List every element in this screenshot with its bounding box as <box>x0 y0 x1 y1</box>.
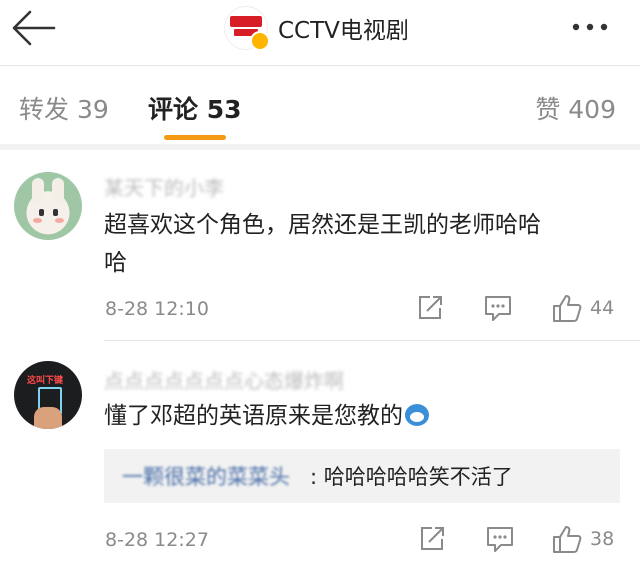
reply-button[interactable] <box>486 526 514 553</box>
share-icon <box>421 527 444 550</box>
top-bar: CCTV电视剧 <box>0 0 640 62</box>
like-count: 44 <box>590 297 615 319</box>
comment-text: 懂了邓超的英语原来是您教的 <box>104 397 624 435</box>
like-button[interactable]: 44 <box>552 293 614 323</box>
reply-username[interactable]: 一颗很菜的菜菜头 <box>122 461 290 491</box>
tab-comments[interactable]: 评论 53 <box>148 90 242 126</box>
verified-badge-icon <box>250 31 270 51</box>
doraemon-emoji-icon <box>405 404 429 426</box>
avatar-tag-text: 这叫下键 <box>27 376 64 386</box>
account-header[interactable]: CCTV电视剧 <box>224 6 409 51</box>
comment-item: 某天下的小李 超喜欢这个角色，居然还是王凯的老师哈哈 哈 8-28 12:10 … <box>0 150 640 340</box>
cctv-logo-avatar <box>224 6 270 51</box>
comment-bubble-icon <box>485 296 511 321</box>
comment-timestamp: 8-28 12:27 <box>105 529 209 551</box>
thumbs-up-icon <box>553 295 582 322</box>
back-arrow-icon <box>12 10 56 46</box>
like-button[interactable]: 38 <box>552 524 614 554</box>
comment-text-line: 懂了邓超的英语原来是您教的 <box>104 403 403 429</box>
comment-bubble-icon <box>487 527 513 552</box>
share-button[interactable] <box>416 294 444 322</box>
comment-text-line: 哈 <box>104 250 127 276</box>
reply-button[interactable] <box>484 295 512 322</box>
nested-reply[interactable]: 一颗很菜的菜菜头 : 哈哈哈哈哈笑不活了 <box>104 449 620 503</box>
comment-item: 这叫下键 点点点点点点点心态爆炸啊 懂了邓超的英语原来是您教的 一颗很菜的菜菜头… <box>0 341 640 567</box>
user-avatar[interactable] <box>14 172 82 240</box>
like-count: 38 <box>590 528 615 550</box>
more-options-button[interactable] <box>560 10 620 44</box>
comment-username[interactable]: 某天下的小李 <box>104 172 224 200</box>
interaction-tabs: 转发 39 评论 53 赞 409 <box>0 66 640 144</box>
active-tab-indicator <box>164 135 226 140</box>
comment-username[interactable]: 点点点点点点点心态爆炸啊 <box>104 365 344 393</box>
tab-forward[interactable]: 转发 39 <box>19 90 109 126</box>
thumbs-up-icon <box>553 526 582 553</box>
back-button[interactable] <box>8 8 60 48</box>
reply-text: : 哈哈哈哈哈笑不活了 <box>310 465 513 489</box>
more-dots-icon <box>572 23 608 31</box>
comment-timestamp: 8-28 12:10 <box>105 298 209 320</box>
tab-likes[interactable]: 赞 409 <box>535 90 616 126</box>
comment-text: 超喜欢这个角色，居然还是王凯的老师哈哈 哈 <box>104 206 624 282</box>
share-icon <box>419 296 442 319</box>
account-name: CCTV电视剧 <box>278 18 409 44</box>
share-button[interactable] <box>418 525 446 553</box>
comment-text-line: 超喜欢这个角色，居然还是王凯的老师哈哈 <box>104 212 541 238</box>
user-avatar[interactable]: 这叫下键 <box>14 361 82 429</box>
